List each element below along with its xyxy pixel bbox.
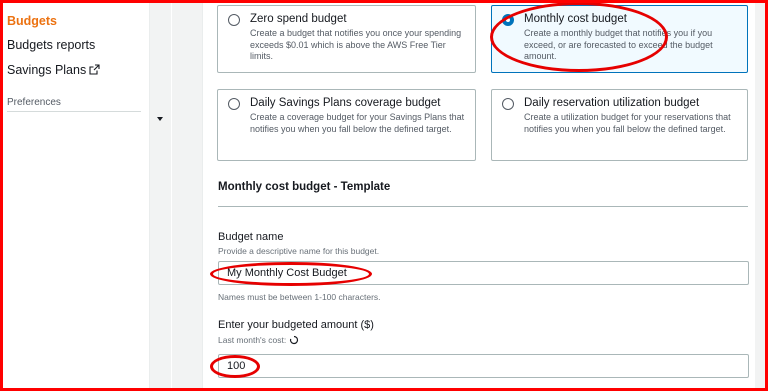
last-month-cost-label: Last month's cost: <box>218 335 287 345</box>
budget-name-input[interactable]: My Monthly Cost Budget <box>218 261 749 285</box>
budget-name-label: Budget name <box>218 231 284 243</box>
sidebar-item-budgets[interactable]: Budgets <box>7 14 57 28</box>
last-month-cost-row: Last month's cost: <box>218 335 299 347</box>
loading-spinner-icon <box>289 335 299 347</box>
sidebar-item-savings-plans-label: Savings Plans <box>7 63 87 77</box>
budget-type-title: Zero spend budget <box>250 13 347 25</box>
budget-amount-label: Enter your budgeted amount ($) <box>218 319 374 331</box>
radio-button-selected[interactable] <box>502 14 514 26</box>
sidebar-scroll-track <box>149 3 171 388</box>
external-link-icon <box>89 64 100 78</box>
radio-button[interactable] <box>228 14 240 26</box>
budget-type-daily-reservation-utilization[interactable]: Daily reservation utilization budget Cre… <box>491 89 748 161</box>
preferences-heading: Preferences <box>7 97 61 108</box>
budget-type-description: Create a utilization budget for your res… <box>524 112 731 134</box>
section-divider <box>218 206 748 207</box>
sidebar-item-savings-plans[interactable]: Savings Plans <box>7 63 100 78</box>
budget-type-title: Monthly cost budget <box>524 13 627 25</box>
template-section-title: Monthly cost budget - Template <box>218 181 391 193</box>
sidebar: Budgets Budgets reports Savings Plans Pr… <box>3 3 171 388</box>
budget-type-description: Create a budget that notifies you once y… <box>250 28 462 61</box>
budget-type-description: Create a monthly budget that notifies yo… <box>524 28 713 61</box>
budget-amount-input[interactable]: 100 <box>218 354 749 378</box>
preferences-divider <box>7 111 141 112</box>
chevron-down-icon[interactable] <box>157 117 163 121</box>
main-content: Zero spend budget Create a budget that n… <box>172 3 765 388</box>
budget-name-description: Provide a descriptive name for this budg… <box>218 246 380 256</box>
budget-setup-panel: Zero spend budget Create a budget that n… <box>202 3 755 388</box>
budget-type-zero-spend[interactable]: Zero spend budget Create a budget that n… <box>217 5 476 73</box>
budget-type-monthly-cost[interactable]: Monthly cost budget Create a monthly bud… <box>491 5 748 73</box>
budget-type-description: Create a coverage budget for your Saving… <box>250 112 465 134</box>
radio-button[interactable] <box>228 98 240 110</box>
budget-type-daily-savings-plans-coverage[interactable]: Daily Savings Plans coverage budget Crea… <box>217 89 476 161</box>
budget-type-title: Daily reservation utilization budget <box>524 97 700 109</box>
radio-button[interactable] <box>502 98 514 110</box>
budget-name-hint: Names must be between 1-100 characters. <box>218 292 381 302</box>
sidebar-item-budgets-reports[interactable]: Budgets reports <box>7 38 95 52</box>
budget-type-title: Daily Savings Plans coverage budget <box>250 97 441 109</box>
